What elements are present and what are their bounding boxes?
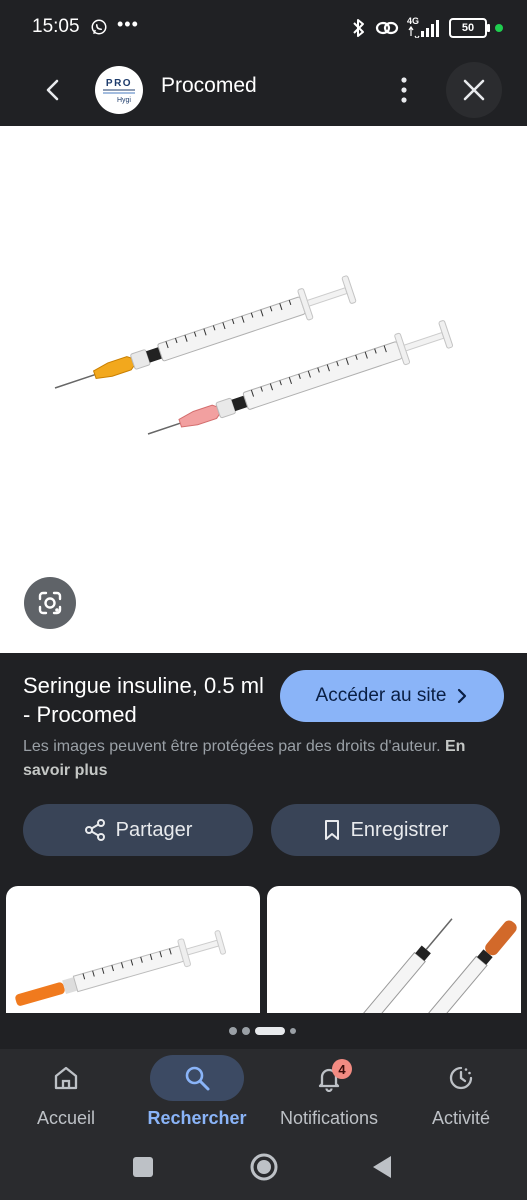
- battery-icon: 50: [449, 18, 490, 38]
- svg-text:Hygi: Hygi: [117, 97, 131, 104]
- notification-badge: 4: [332, 1059, 352, 1079]
- save-button[interactable]: Enregistrer: [271, 804, 500, 856]
- signal-icon: 4G: [407, 16, 441, 38]
- back-nav-button[interactable]: [366, 1151, 398, 1183]
- more-notifications-icon: •••: [117, 14, 139, 34]
- more-options-button[interactable]: [391, 72, 417, 108]
- related-image-1[interactable]: [6, 886, 260, 1013]
- nav-label-accueil: Accueil: [36, 1108, 96, 1128]
- nav-label-notifications: Notifications: [279, 1108, 379, 1128]
- svg-text:PRO: PRO: [106, 78, 132, 89]
- chevron-right-icon: [458, 688, 467, 704]
- share-icon: [84, 819, 105, 841]
- recents-button[interactable]: [127, 1151, 159, 1183]
- lens-search-button[interactable]: [24, 577, 76, 629]
- close-icon: [463, 79, 485, 101]
- share-button[interactable]: Partager: [23, 804, 253, 856]
- link-icon: [375, 21, 399, 35]
- system-navigation-bar: [0, 1135, 527, 1200]
- close-button[interactable]: [446, 62, 502, 118]
- activity-icon: [449, 1066, 473, 1090]
- copyright-text: Les images peuvent être protégées par de…: [23, 738, 441, 755]
- bottom-navigation: Accueil Rechercher 4 Notifications Activ…: [0, 1049, 527, 1135]
- google-lens-icon: [38, 591, 62, 615]
- nav-label-activite: Activité: [431, 1108, 491, 1128]
- visit-site-label: Accéder au site: [315, 685, 447, 706]
- related-image-2[interactable]: [267, 886, 521, 1013]
- share-label: Partager: [115, 818, 193, 841]
- status-icons: 4G 50: [351, 16, 503, 40]
- pager-dot[interactable]: [229, 1027, 237, 1035]
- result-info-panel: Seringue insuline, 0.5 ml - Procomed Acc…: [0, 653, 527, 1013]
- status-bar: 15:05 ••• 4G 50: [0, 0, 527, 56]
- related-syringes-image: [355, 918, 517, 1013]
- nav-activite[interactable]: Activité: [395, 1055, 527, 1135]
- back-button[interactable]: [38, 74, 70, 106]
- privacy-indicator-dot: [495, 24, 503, 32]
- syringes-image: [54, 275, 454, 435]
- status-time: 15:05: [32, 16, 80, 37]
- nav-notifications[interactable]: 4 Notifications: [263, 1055, 395, 1135]
- home-icon: [54, 1066, 78, 1090]
- main-image[interactable]: [0, 126, 527, 653]
- site-title: Procomed: [161, 74, 257, 97]
- battery-level: 50: [461, 22, 475, 34]
- bluetooth-icon: [353, 19, 364, 37]
- visit-site-button[interactable]: Accéder au site: [280, 670, 504, 722]
- nav-accueil[interactable]: Accueil: [0, 1055, 132, 1135]
- pager-dot[interactable]: [290, 1028, 296, 1034]
- pager-dot[interactable]: [242, 1027, 250, 1035]
- pager-dot-active[interactable]: [255, 1027, 285, 1035]
- image-pager: [0, 1013, 527, 1049]
- nav-rechercher[interactable]: Rechercher: [131, 1055, 263, 1135]
- result-title: Seringue insuline, 0.5 ml - Procomed: [23, 673, 264, 727]
- save-label: Enregistrer: [350, 818, 449, 841]
- app-bar: PRO Hygi Procomed: [0, 56, 527, 126]
- bookmark-icon: [324, 820, 339, 840]
- home-button[interactable]: [248, 1151, 280, 1183]
- site-logo: PRO Hygi: [95, 66, 143, 114]
- whatsapp-icon: [91, 19, 107, 35]
- copyright-notice: Les images peuvent être protégées par de…: [23, 735, 513, 783]
- search-icon: [185, 1066, 210, 1091]
- related-syringe-image: [15, 930, 227, 1006]
- nav-label-rechercher: Rechercher: [147, 1108, 247, 1128]
